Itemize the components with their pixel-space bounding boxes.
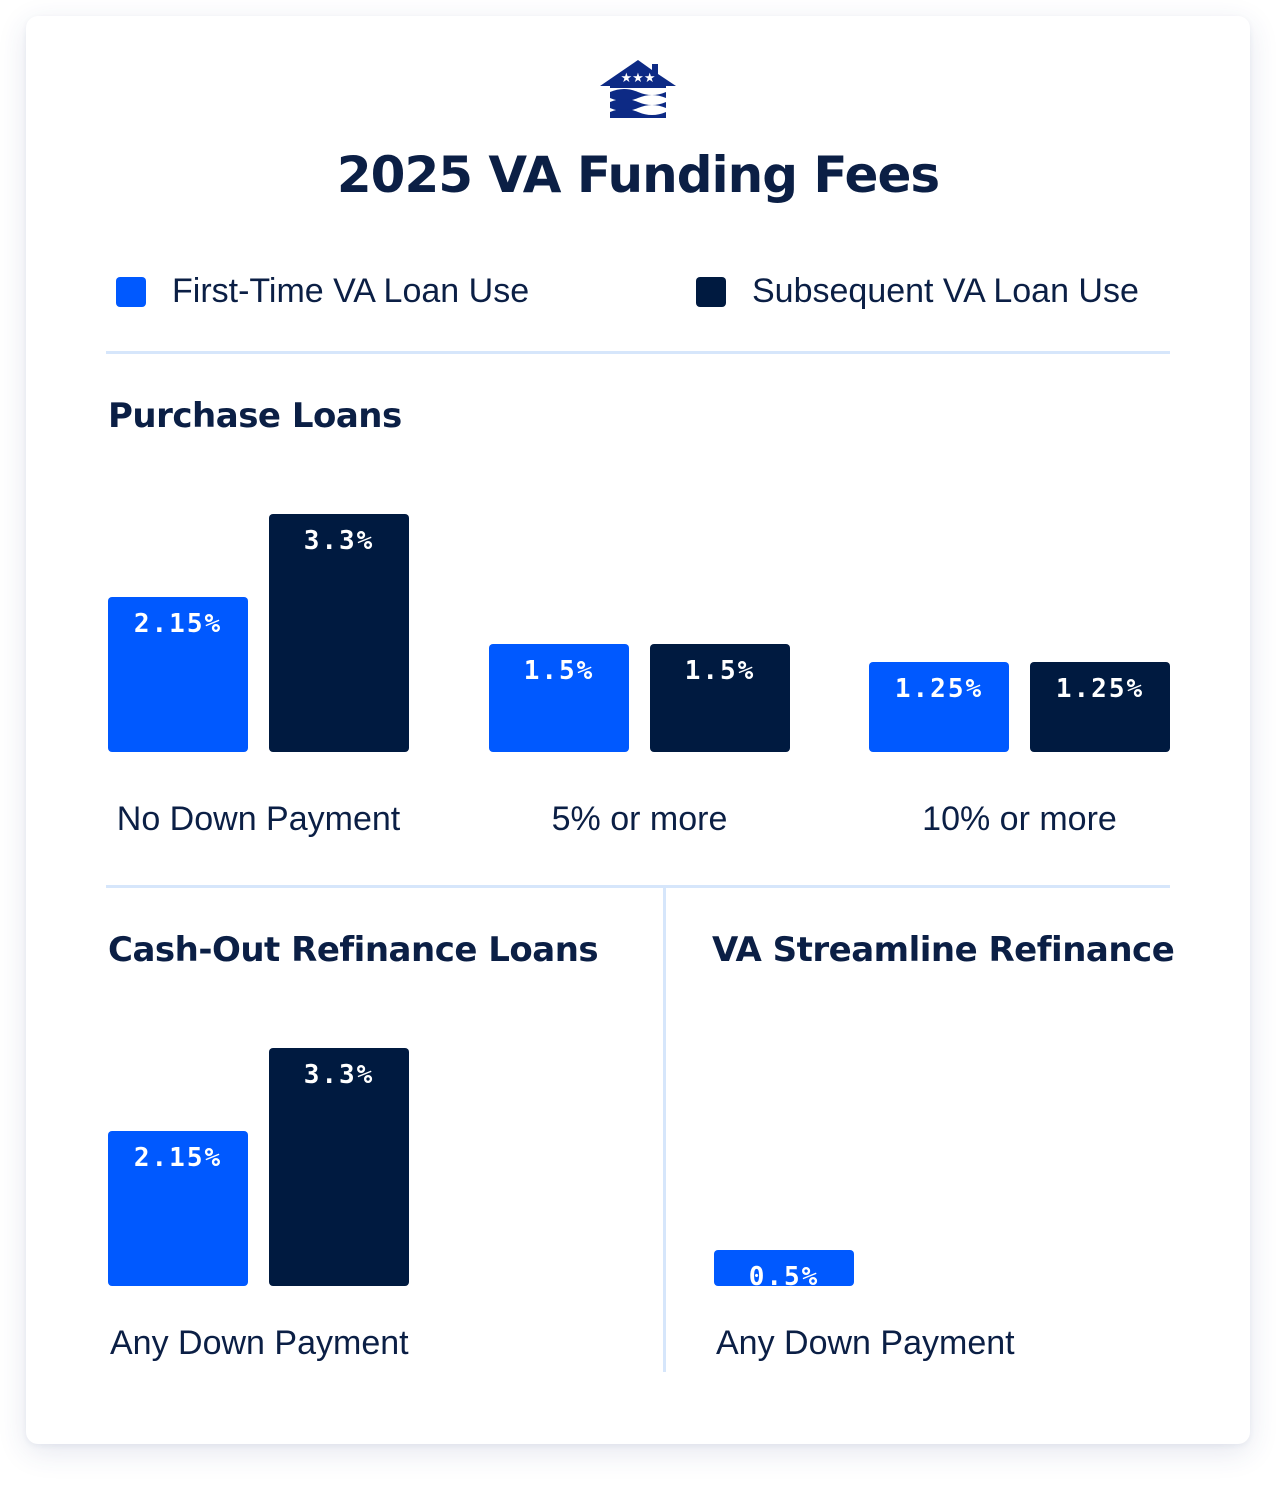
divider <box>106 351 1170 354</box>
legend-label: First-Time VA Loan Use <box>172 272 530 310</box>
bar-value-label: 3.3% <box>303 526 375 557</box>
legend-item-first-time: First-Time VA Loan Use <box>116 272 529 311</box>
legend-swatch-subsequent <box>696 276 726 307</box>
vertical-divider <box>663 888 666 1372</box>
legend-label: Subsequent VA Loan Use <box>752 272 1139 310</box>
bar-subsequent: 3.3% <box>269 514 409 752</box>
bar-first-time: 1.25% <box>869 662 1009 752</box>
bar-subsequent: 1.25% <box>1030 662 1170 752</box>
bar-first-time: 0.5% <box>714 1250 854 1292</box>
legend-swatch-first-time <box>116 276 146 307</box>
bar-value-label: 0.5% <box>748 1262 820 1292</box>
category-label: Any Down Payment <box>110 1324 409 1362</box>
divider <box>106 885 1170 888</box>
legend-item-subsequent: Subsequent VA Loan Use <box>696 272 1139 311</box>
house-stars-waves-icon: ★★★ <box>600 60 676 118</box>
bar-value-label: 2.15% <box>133 1143 223 1174</box>
bar-first-time: 1.5% <box>489 644 629 752</box>
bar-value-label: 1.25% <box>894 674 984 704</box>
bar-subsequent: 1.5% <box>650 644 790 752</box>
bar-value-label: 1.5% <box>523 656 595 686</box>
svg-text:★★★: ★★★ <box>621 71 656 86</box>
bar-subsequent: 3.3% <box>269 1048 409 1286</box>
bar-value-label: 3.3% <box>303 1060 375 1091</box>
bar-value-label: 1.5% <box>684 656 756 686</box>
page-title: 2025 VA Funding Fees <box>336 146 940 204</box>
section-title-streamline: VA Streamline Refinance <box>712 930 1175 970</box>
bar-first-time: 2.15% <box>108 597 248 752</box>
section-title-cash-out: Cash-Out Refinance Loans <box>108 930 599 970</box>
bar-value-label: 1.25% <box>1055 674 1145 704</box>
category-label: No Down Payment <box>116 800 401 838</box>
bar-value-label: 2.15% <box>133 609 223 640</box>
bar-first-time: 2.15% <box>108 1131 248 1286</box>
section-title-purchase: Purchase Loans <box>108 396 402 436</box>
category-label: Any Down Payment <box>716 1324 1015 1362</box>
category-label: 10% or more <box>922 800 1117 838</box>
category-label: 5% or more <box>551 800 728 838</box>
